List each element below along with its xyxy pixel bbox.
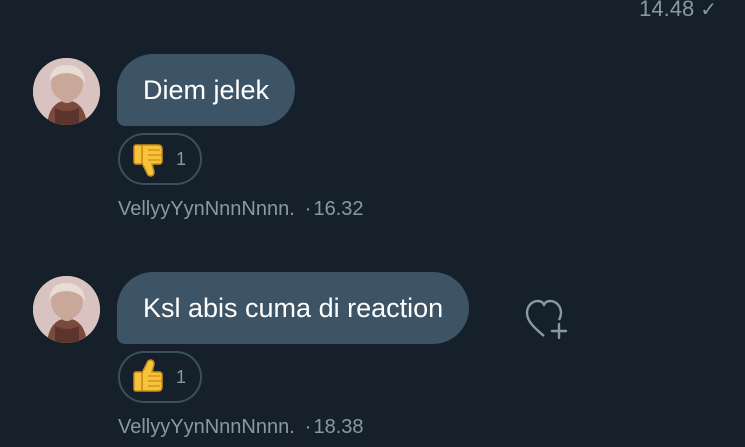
reaction-pill[interactable]: 1 [118,133,202,185]
message-bubble[interactable]: Ksl abis cuma di reaction [117,272,470,344]
message-time: 16.32 [313,198,364,220]
reaction-count: 1 [176,366,187,387]
reaction-pill[interactable]: 1 [118,351,202,403]
single-check-icon: ✓ [700,0,717,21]
thumbs-down-emoji [133,144,163,177]
message-bubble[interactable]: Diem jelek [117,54,296,126]
sender-name: VellyyYynNnnNnnn. [118,416,295,438]
reaction-count: 1 [176,148,187,169]
avatar[interactable] [33,58,100,125]
previous-message-status: 14.48 ✓ [639,0,717,22]
message-meta: VellyyYynNnnNnnn. · 18.38 [118,416,364,439]
thumbs-up-emoji [133,359,163,392]
message-meta: VellyyYynNnnNnnn. · 16.32 [118,198,364,221]
dm-conversation: 14.48 ✓ Diem jelek 1 VellyyYynNnnNnnn. ·… [0,0,745,447]
message-time: 18.38 [313,416,364,438]
meta-separator: · [304,198,312,220]
previous-message-time: 14.48 [639,0,695,21]
avatar[interactable] [33,276,100,343]
message-text: Ksl abis cuma di reaction [143,292,444,323]
sender-name: VellyyYynNnnNnnn. [118,198,295,220]
heart-plus-icon[interactable] [524,298,568,340]
message-text: Diem jelek [143,74,270,105]
meta-separator: · [304,416,312,438]
